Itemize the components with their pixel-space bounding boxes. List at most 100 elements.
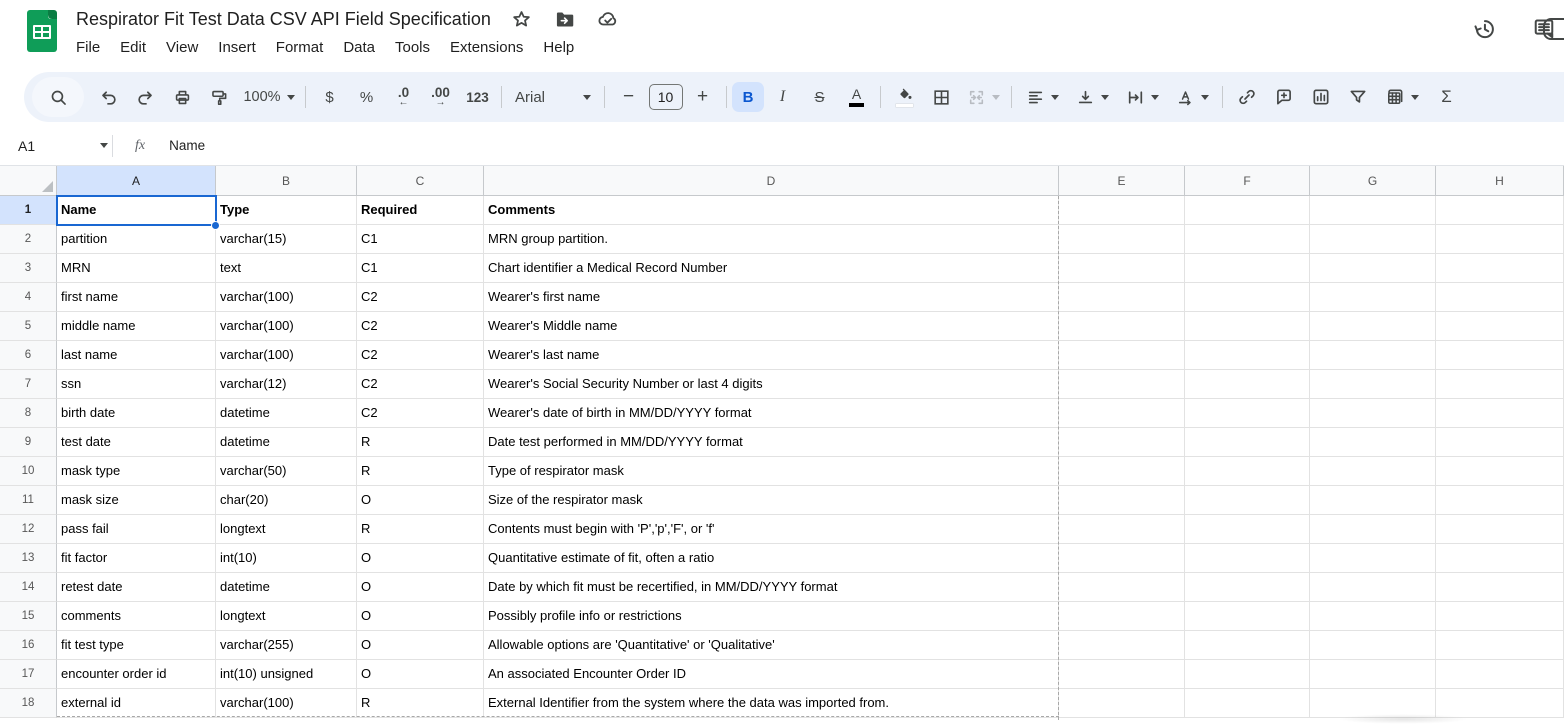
column-header-C[interactable]: C — [357, 166, 484, 196]
cell-H2[interactable] — [1436, 225, 1564, 254]
font-size-control[interactable]: 10 — [647, 82, 684, 112]
column-header-F[interactable]: F — [1185, 166, 1310, 196]
document-title[interactable]: Respirator Fit Test Data CSV API Field S… — [76, 9, 491, 30]
cell-F14[interactable] — [1185, 573, 1310, 602]
cloud-saved-icon[interactable] — [596, 7, 620, 31]
cell-G12[interactable] — [1310, 515, 1436, 544]
column-header-A[interactable]: A — [57, 166, 216, 196]
print-button[interactable] — [164, 82, 201, 112]
cell-E8[interactable] — [1059, 399, 1185, 428]
cell-A4[interactable]: first name — [57, 283, 216, 312]
cell-G1[interactable] — [1310, 196, 1436, 225]
cell-F11[interactable] — [1185, 486, 1310, 515]
cell-D18[interactable]: External Identifier from the system wher… — [484, 689, 1059, 718]
increase-font-size-button[interactable]: + — [684, 82, 721, 112]
decrease-decimal-button[interactable]: .0 ← — [385, 82, 422, 112]
cell-E9[interactable] — [1059, 428, 1185, 457]
row-header-3[interactable]: 3 — [0, 254, 57, 283]
menu-extensions[interactable]: Extensions — [440, 37, 533, 58]
cell-A5[interactable]: middle name — [57, 312, 216, 341]
cell-D4[interactable]: Wearer's first name — [484, 283, 1059, 312]
strikethrough-button[interactable]: S — [801, 82, 838, 112]
cell-D1[interactable]: Comments — [484, 196, 1059, 225]
cell-D3[interactable]: Chart identifier a Medical Record Number — [484, 254, 1059, 283]
menu-file[interactable]: File — [66, 37, 110, 58]
cell-G5[interactable] — [1310, 312, 1436, 341]
cell-D5[interactable]: Wearer's Middle name — [484, 312, 1059, 341]
cell-D7[interactable]: Wearer's Social Security Number or last … — [484, 370, 1059, 399]
cell-A6[interactable]: last name — [57, 341, 216, 370]
italic-button[interactable]: I — [764, 82, 801, 112]
menu-insert[interactable]: Insert — [208, 37, 266, 58]
cell-G4[interactable] — [1310, 283, 1436, 312]
cell-C4[interactable]: C2 — [357, 283, 484, 312]
row-header-9[interactable]: 9 — [0, 428, 57, 457]
fill-handle[interactable] — [211, 221, 220, 230]
cell-C7[interactable]: C2 — [357, 370, 484, 399]
cell-B16[interactable]: varchar(255) — [216, 631, 357, 660]
cell-B3[interactable]: text — [216, 254, 357, 283]
select-all-corner[interactable] — [0, 166, 57, 196]
cell-B4[interactable]: varchar(100) — [216, 283, 357, 312]
cell-B5[interactable]: varchar(100) — [216, 312, 357, 341]
row-header-14[interactable]: 14 — [0, 573, 57, 602]
vertical-align-button[interactable] — [1067, 82, 1117, 112]
version-history-icon[interactable] — [1472, 16, 1496, 40]
cell-C13[interactable]: O — [357, 544, 484, 573]
text-wrapping-button[interactable] — [1117, 82, 1167, 112]
cell-B1[interactable]: Type — [216, 196, 357, 225]
cell-F4[interactable] — [1185, 283, 1310, 312]
create-filter-button[interactable] — [1339, 82, 1376, 112]
cell-F16[interactable] — [1185, 631, 1310, 660]
insert-table-button[interactable] — [1376, 82, 1428, 112]
row-header-10[interactable]: 10 — [0, 457, 57, 486]
row-header-18[interactable]: 18 — [0, 689, 57, 718]
cell-C16[interactable]: O — [357, 631, 484, 660]
cell-D14[interactable]: Date by which fit must be recertified, i… — [484, 573, 1059, 602]
cell-H15[interactable] — [1436, 602, 1564, 631]
row-header-4[interactable]: 4 — [0, 283, 57, 312]
cell-E11[interactable] — [1059, 486, 1185, 515]
row-header-17[interactable]: 17 — [0, 660, 57, 689]
cell-B10[interactable]: varchar(50) — [216, 457, 357, 486]
column-header-B[interactable]: B — [216, 166, 357, 196]
cell-G14[interactable] — [1310, 573, 1436, 602]
cell-F2[interactable] — [1185, 225, 1310, 254]
cell-E16[interactable] — [1059, 631, 1185, 660]
cell-E4[interactable] — [1059, 283, 1185, 312]
cell-A18[interactable]: external id — [57, 689, 216, 718]
column-header-D[interactable]: D — [484, 166, 1059, 196]
undo-button[interactable] — [90, 82, 127, 112]
cell-C18[interactable]: R — [357, 689, 484, 718]
menu-help[interactable]: Help — [533, 37, 584, 58]
cell-E2[interactable] — [1059, 225, 1185, 254]
move-to-folder-icon[interactable] — [553, 7, 577, 31]
cell-B17[interactable]: int(10) unsigned — [216, 660, 357, 689]
cell-B2[interactable]: varchar(15) — [216, 225, 357, 254]
cell-A8[interactable]: birth date — [57, 399, 216, 428]
number-format-button[interactable]: 123 — [459, 82, 496, 112]
cell-F15[interactable] — [1185, 602, 1310, 631]
paint-format-button[interactable] — [201, 82, 238, 112]
cell-H10[interactable] — [1436, 457, 1564, 486]
cell-G2[interactable] — [1310, 225, 1436, 254]
cell-C17[interactable]: O — [357, 660, 484, 689]
sheets-logo-icon[interactable] — [27, 10, 57, 52]
bold-button[interactable]: B — [732, 82, 764, 112]
text-color-button[interactable]: A — [838, 82, 875, 112]
cell-H6[interactable] — [1436, 341, 1564, 370]
cell-D11[interactable]: Size of the respirator mask — [484, 486, 1059, 515]
cell-C2[interactable]: C1 — [357, 225, 484, 254]
cell-B8[interactable]: datetime — [216, 399, 357, 428]
column-header-E[interactable]: E — [1059, 166, 1185, 196]
cell-C1[interactable]: Required — [357, 196, 484, 225]
cell-G16[interactable] — [1310, 631, 1436, 660]
cell-C3[interactable]: C1 — [357, 254, 484, 283]
cell-E15[interactable] — [1059, 602, 1185, 631]
cell-E14[interactable] — [1059, 573, 1185, 602]
cell-A10[interactable]: mask type — [57, 457, 216, 486]
name-box[interactable]: A1 — [0, 138, 108, 154]
row-header-2[interactable]: 2 — [0, 225, 57, 254]
cell-F13[interactable] — [1185, 544, 1310, 573]
cell-G8[interactable] — [1310, 399, 1436, 428]
